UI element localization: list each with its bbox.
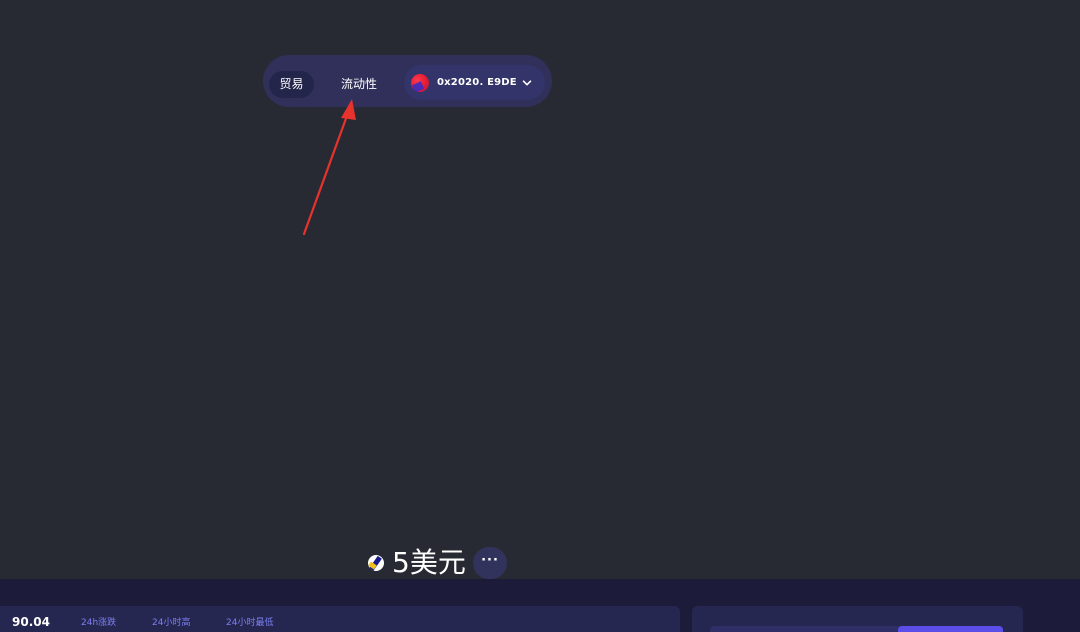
token-price: 5美元 — [392, 546, 466, 579]
top-nav-pill: 贸易 流动性 0x2020. E9DE — [263, 55, 552, 107]
chevron-down-icon — [522, 80, 532, 86]
wallet-avatar-icon — [411, 74, 429, 92]
wallet-address: 0x2020. E9DE — [437, 77, 517, 88]
app-page: 贸易 流动性 0x2020. E9DE 5美元 ··· 90.04 24h涨跌 … — [0, 0, 1080, 632]
token-heading: 5美元 — [368, 544, 466, 582]
token-logo-icon — [368, 555, 384, 571]
low-24h-label: 24小时最低 — [226, 618, 274, 628]
wallet-button[interactable]: 0x2020. E9DE — [404, 65, 545, 100]
stats-panel: 90.04 24h涨跌 24小时高 24小时最低 — [0, 606, 680, 632]
high-24h-label: 24小时高 — [152, 618, 191, 628]
more-dots-icon[interactable]: ··· — [473, 547, 507, 579]
swap-tab-active[interactable] — [898, 626, 1003, 632]
current-price: 90.04 — [12, 615, 50, 629]
tab-liquidity[interactable]: 流动性 — [334, 71, 384, 98]
tab-trade[interactable]: 贸易 — [269, 71, 314, 98]
swap-panel — [692, 606, 1023, 632]
change-24h-label: 24h涨跌 — [81, 618, 117, 628]
